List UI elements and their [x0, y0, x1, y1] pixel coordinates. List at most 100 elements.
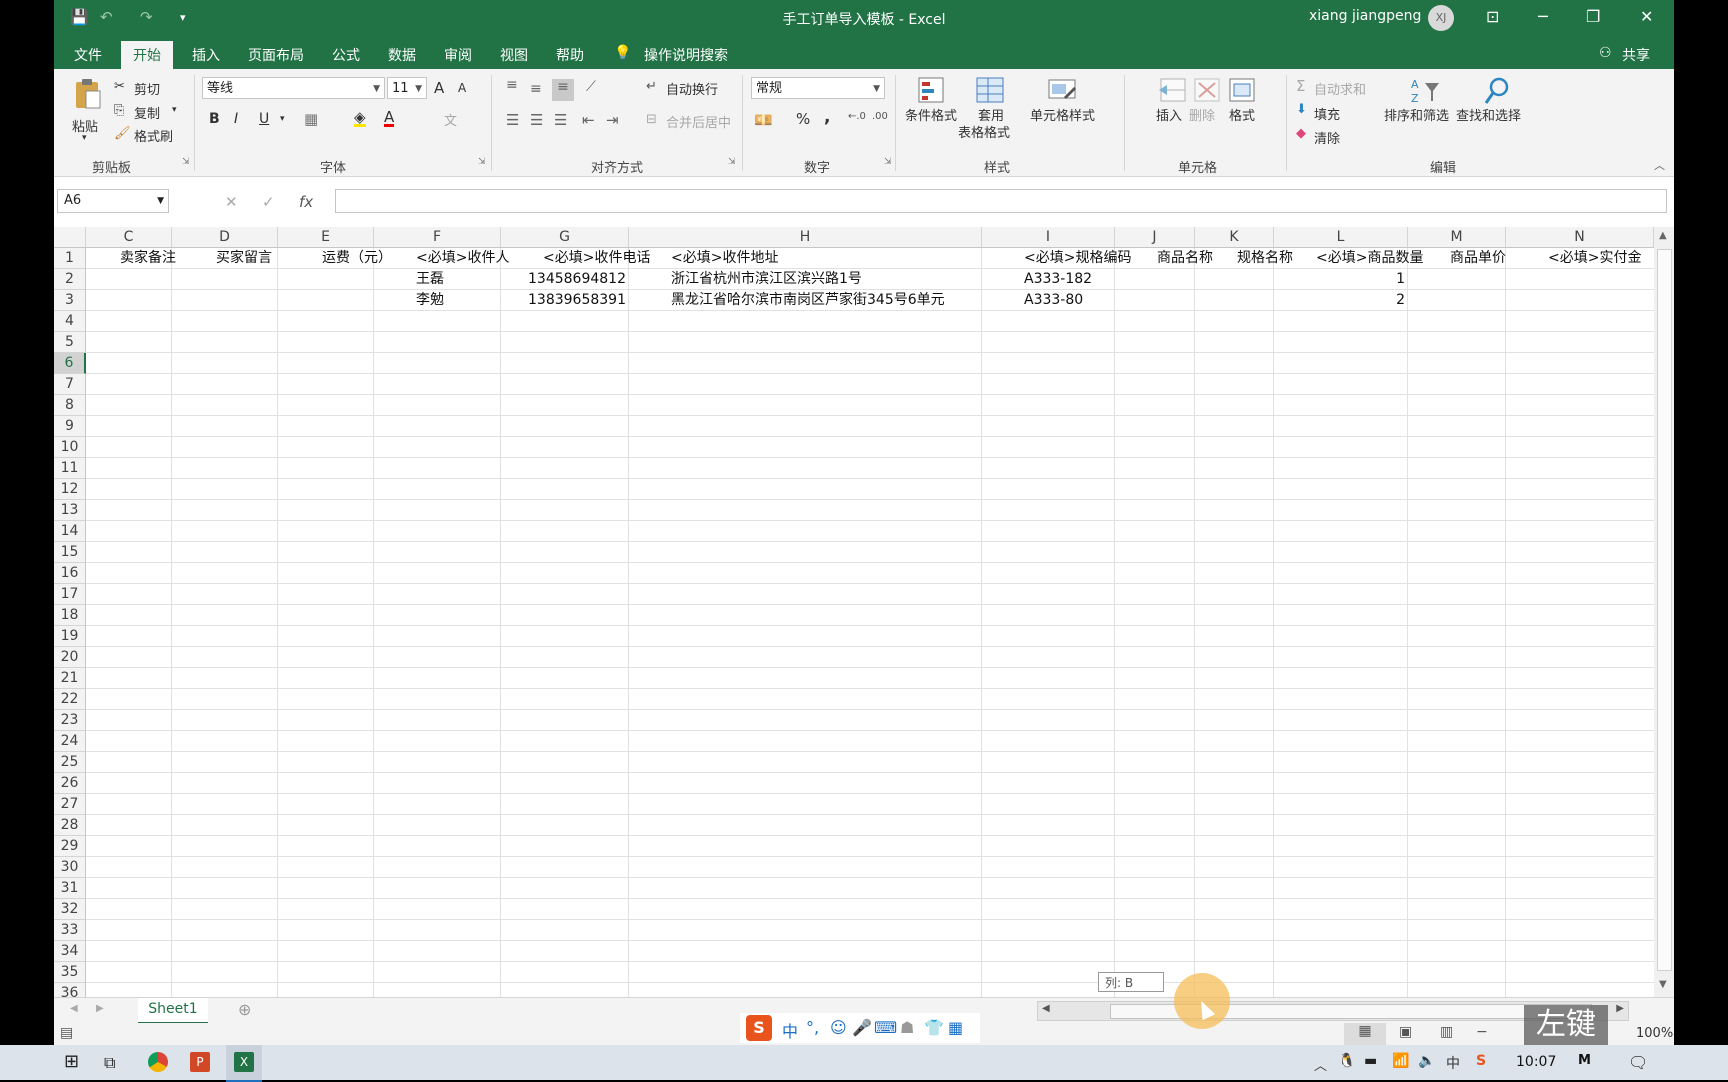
insert-cells-button[interactable]: 插入: [1156, 105, 1182, 124]
emoji-icon[interactable]: ☺: [830, 1018, 847, 1037]
row-header-32[interactable]: 32: [54, 899, 86, 920]
row-header-16[interactable]: 16: [54, 563, 86, 584]
phonetic-icon[interactable]: 文: [444, 110, 457, 129]
shrink-font-button[interactable]: A: [458, 81, 466, 95]
row-header-6[interactable]: 6: [54, 353, 86, 374]
wrap-text-icon[interactable]: ↵: [646, 79, 657, 94]
windows-start-icon[interactable]: ⊞: [64, 1051, 79, 1072]
column-header-I[interactable]: I: [982, 227, 1115, 248]
conditional-format-icon[interactable]: [916, 75, 948, 107]
toolbox-icon[interactable]: ▦: [948, 1018, 963, 1037]
row-header-7[interactable]: 7: [54, 374, 86, 395]
row-header-27[interactable]: 27: [54, 794, 86, 815]
format-painter-icon[interactable]: 🖌: [114, 126, 131, 141]
copy-button[interactable]: 复制: [134, 103, 160, 122]
minimize-button[interactable]: ─: [1538, 7, 1548, 26]
scroll-down-icon[interactable]: ▼: [1659, 979, 1667, 990]
font-size-select[interactable]: 11 ▼: [387, 77, 427, 99]
cell-G3[interactable]: 13839658391: [501, 290, 626, 311]
fill-button[interactable]: 填充: [1314, 104, 1340, 123]
column-header-D[interactable]: D: [172, 227, 278, 248]
row-header-36[interactable]: 36: [54, 983, 86, 997]
worksheet-grid[interactable]: C D E F G H I J K L M N 1 2 3 4 5 6 7 8 9 10 11 12 1…: [54, 227, 1674, 997]
comma-button[interactable]: ,: [824, 107, 830, 127]
tab-data[interactable]: 数据: [388, 45, 416, 65]
tab-insert[interactable]: 插入: [192, 45, 220, 65]
cell-F1[interactable]: <必填>收件人: [416, 248, 509, 269]
conditional-format-button[interactable]: 条件格式: [905, 105, 957, 124]
row-header-10[interactable]: 10: [54, 437, 86, 458]
cell-H3[interactable]: 黑龙江省哈尔滨市南岗区芦家街345号6单元: [671, 290, 945, 311]
tab-page-layout[interactable]: 页面布局: [248, 45, 304, 65]
cell-I2[interactable]: A333-182: [1024, 269, 1092, 290]
underline-button[interactable]: U: [259, 111, 269, 127]
align-center-icon[interactable]: ☰: [530, 111, 543, 129]
enter-icon[interactable]: ✓: [262, 193, 275, 211]
autosum-icon[interactable]: Σ: [1296, 77, 1305, 95]
decrease-decimal-icon[interactable]: .00: [872, 111, 888, 122]
cell-C1[interactable]: 卖家备注: [120, 248, 176, 269]
row-header-14[interactable]: 14: [54, 521, 86, 542]
bold-button[interactable]: B: [209, 111, 220, 127]
delete-cells-icon[interactable]: [1191, 75, 1223, 107]
number-launcher-icon[interactable]: ⇲: [884, 157, 892, 167]
row-header-11[interactable]: 11: [54, 458, 86, 479]
row-header-15[interactable]: 15: [54, 542, 86, 563]
cell-M1[interactable]: 商品单价: [1450, 248, 1506, 269]
column-header-M[interactable]: M: [1408, 227, 1506, 248]
wrap-text-button[interactable]: 自动换行: [666, 79, 718, 98]
delete-cells-button[interactable]: 删除: [1189, 105, 1215, 124]
column-header-G[interactable]: G: [501, 227, 629, 248]
share-button[interactable]: 共享: [1622, 45, 1650, 65]
cell-L3[interactable]: 2: [1274, 290, 1405, 311]
sort-filter-button[interactable]: 排序和筛选: [1384, 105, 1449, 124]
row-header-8[interactable]: 8: [54, 395, 86, 416]
number-format-select[interactable]: 常规 ▼: [751, 77, 885, 99]
clear-icon[interactable]: ◆: [1296, 126, 1306, 141]
column-header-N[interactable]: N: [1506, 227, 1654, 248]
qq-icon[interactable]: 🐧: [1338, 1053, 1355, 1069]
zoom-level[interactable]: 100%: [1636, 1026, 1673, 1041]
border-icon[interactable]: ▦: [304, 110, 318, 128]
wifi-icon[interactable]: 📶: [1392, 1053, 1409, 1069]
normal-view-icon[interactable]: ▦: [1344, 1023, 1386, 1045]
font-color-icon[interactable]: A: [384, 110, 395, 127]
tab-review[interactable]: 审阅: [444, 45, 472, 65]
battery-icon[interactable]: ▬: [1364, 1053, 1377, 1069]
row-header-35[interactable]: 35: [54, 962, 86, 983]
skin-icon[interactable]: 👕: [924, 1018, 944, 1037]
align-bottom-icon[interactable]: ≡: [552, 79, 574, 101]
decrease-indent-icon[interactable]: ⇤: [582, 111, 595, 129]
keyboard-icon[interactable]: ⌨: [874, 1018, 897, 1037]
page-layout-view-icon[interactable]: ▣: [1399, 1024, 1412, 1040]
column-header-C[interactable]: C: [86, 227, 172, 248]
name-box[interactable]: A6 ▼: [57, 189, 169, 213]
scroll-left-icon[interactable]: ◀: [1042, 1003, 1050, 1014]
grow-font-button[interactable]: A: [434, 79, 444, 97]
cell-L2[interactable]: 1: [1274, 269, 1405, 290]
prev-sheet-icon[interactable]: ◀: [70, 1003, 78, 1014]
page-break-view-icon[interactable]: ▥: [1440, 1024, 1453, 1040]
increase-indent-icon[interactable]: ⇥: [606, 111, 619, 129]
row-header-21[interactable]: 21: [54, 668, 86, 689]
row-header-22[interactable]: 22: [54, 689, 86, 710]
row-header-34[interactable]: 34: [54, 941, 86, 962]
clock[interactable]: 10:07: [1516, 1054, 1556, 1070]
percent-button[interactable]: %: [796, 110, 810, 128]
tab-sheet1[interactable]: Sheet1: [138, 998, 208, 1025]
formula-input[interactable]: [335, 189, 1667, 213]
cell-G2[interactable]: 13458694812: [501, 269, 626, 290]
tab-help[interactable]: 帮助: [556, 45, 584, 65]
collapse-ribbon-icon[interactable]: ︿: [1654, 157, 1665, 173]
font-launcher-icon[interactable]: ⇲: [478, 157, 486, 167]
font-name-select[interactable]: 等线 ▼: [202, 77, 385, 99]
copy-icon[interactable]: ⎘: [114, 103, 124, 118]
powerpoint-icon[interactable]: P: [190, 1052, 210, 1072]
fill-icon[interactable]: ⬇: [1296, 102, 1307, 117]
cell-E1[interactable]: 运费（元）: [322, 248, 392, 269]
column-header-L[interactable]: L: [1274, 227, 1408, 248]
ime-tray-indicator[interactable]: 中: [1446, 1053, 1460, 1073]
row-header-31[interactable]: 31: [54, 878, 86, 899]
next-sheet-icon[interactable]: ▶: [96, 1003, 104, 1014]
row-header-26[interactable]: 26: [54, 773, 86, 794]
